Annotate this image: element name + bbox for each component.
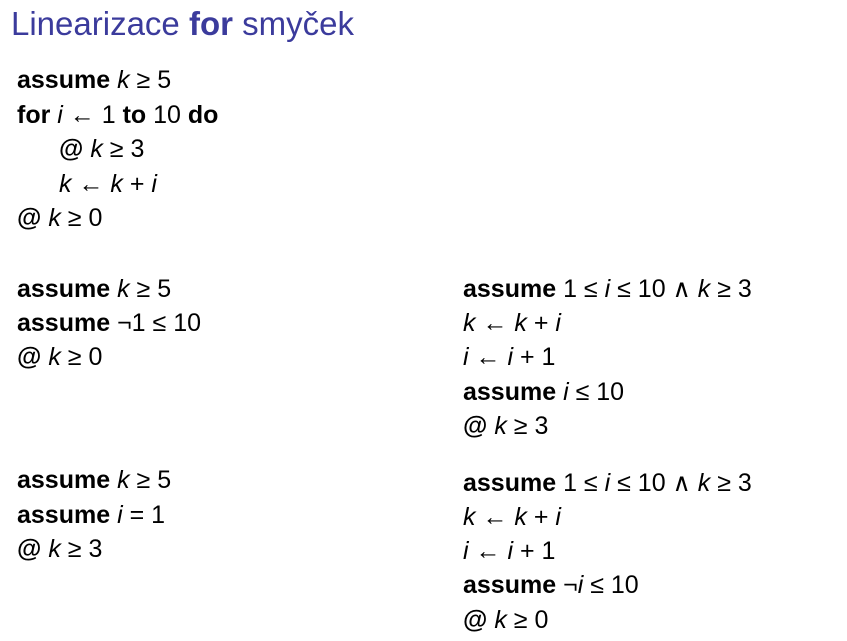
- keyword: assume: [17, 309, 111, 337]
- expression: k ≥ 5: [117, 466, 172, 494]
- code-line: assume k ≥ 5: [17, 463, 171, 497]
- expression: k ≥ 0: [494, 606, 549, 634]
- expression: k ≥ 5: [117, 66, 172, 94]
- code-line: assume 1 ≤ i ≤ 10 ∧ k ≥ 3: [463, 466, 752, 500]
- code-line: for i ← 1 to 10 do: [17, 98, 218, 132]
- expression: 10: [146, 101, 188, 129]
- expression: k ≥ 3: [48, 535, 103, 563]
- title-part-1: Linearizace: [11, 5, 189, 42]
- keyword: assume: [463, 571, 557, 599]
- code-line: assume 1 ≤ i ≤ 10 ∧ k ≥ 3: [463, 272, 752, 306]
- keyword: assume: [17, 466, 111, 494]
- code-line: assume i ≤ 10: [463, 375, 624, 409]
- keyword: @: [17, 535, 42, 563]
- code-line: @ k ≥ 3: [17, 532, 102, 566]
- keyword: assume: [17, 275, 111, 303]
- expression: ¬i ≤ 10: [563, 571, 639, 599]
- expression: k ≥ 0: [48, 204, 103, 232]
- keyword: assume: [17, 66, 111, 94]
- code-line: assume i = 1: [17, 498, 165, 532]
- code-line: i ← i + 1: [463, 340, 555, 374]
- keyword: do: [187, 101, 219, 129]
- expression: k ≥ 3: [494, 412, 549, 440]
- code-line: @ k ≥ 0: [17, 340, 102, 374]
- expression: 1 ≤ i ≤ 10 ∧ k ≥ 3: [563, 469, 752, 497]
- expression: k ← k + i: [463, 503, 561, 531]
- code-line: assume k ≥ 5: [17, 63, 171, 97]
- keyword: @: [463, 606, 488, 634]
- expression: k ← k + i: [59, 170, 157, 198]
- expression: k ≥ 0: [48, 343, 103, 371]
- code-line: @ k ≥ 3: [463, 409, 548, 443]
- code-line: @ k ≥ 0: [463, 603, 548, 637]
- keyword: assume: [463, 469, 557, 497]
- expression: k ← k + i: [463, 309, 561, 337]
- keyword: assume: [17, 501, 111, 529]
- expression: k ≥ 3: [90, 135, 145, 163]
- code-line: assume ¬1 ≤ 10: [17, 306, 201, 340]
- code-line: @ k ≥ 3: [59, 132, 144, 166]
- code-line: assume ¬i ≤ 10: [463, 568, 639, 602]
- code-line: k ← k + i: [463, 500, 561, 534]
- code-line: k ← k + i: [59, 167, 157, 201]
- code-line: i ← i + 1: [463, 534, 555, 568]
- expression: ¬1 ≤ 10: [117, 309, 202, 337]
- expression: 1 ≤ i ≤ 10 ∧ k ≥ 3: [563, 275, 752, 303]
- keyword: @: [17, 204, 42, 232]
- expression: i ← 1: [57, 101, 123, 129]
- keyword: for: [17, 101, 51, 129]
- expression: i ← i + 1: [463, 343, 556, 371]
- expression: k ≥ 5: [117, 275, 172, 303]
- keyword: assume: [463, 378, 557, 406]
- expression: i ≤ 10: [563, 378, 625, 406]
- title-part-3: smyček: [232, 5, 354, 42]
- keyword: assume: [463, 275, 557, 303]
- keyword: @: [17, 343, 42, 371]
- code-line: assume k ≥ 5: [17, 272, 171, 306]
- title-keyword-for: for: [188, 5, 233, 42]
- expression: i ← i + 1: [463, 537, 556, 565]
- code-line: @ k ≥ 0: [17, 201, 102, 235]
- keyword: to: [122, 101, 147, 129]
- slide-title: Linearizace for smyček: [11, 4, 354, 44]
- code-line: k ← k + i: [463, 306, 561, 340]
- keyword: @: [59, 135, 84, 163]
- keyword: @: [463, 412, 488, 440]
- expression: i = 1: [117, 501, 166, 529]
